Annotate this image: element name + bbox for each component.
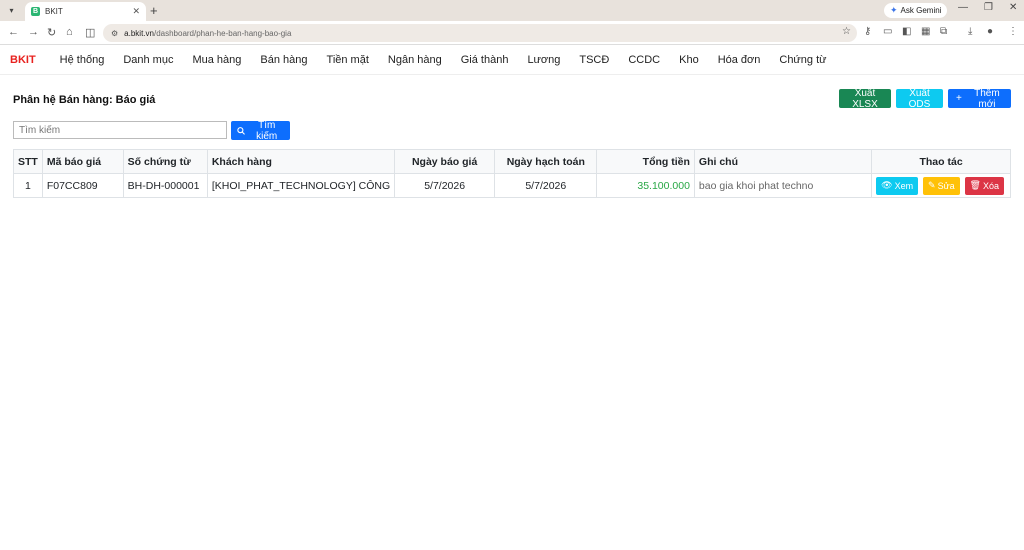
add-new-button[interactable]: + Thêm mới xyxy=(948,87,1011,110)
cell-doc-no: BH-DH-000001 xyxy=(122,173,208,198)
export-ods-button[interactable]: Xuất ODS xyxy=(896,88,943,110)
ask-gemini-label: Ask Gemini xyxy=(900,6,942,15)
menu-tscd[interactable]: TSCĐ xyxy=(579,54,609,66)
menu-tien-mat[interactable]: Tiền mặt xyxy=(327,54,369,66)
table-row: 1 F07CC809 BH-DH-000001 [KHOI_PHAT_TECHN… xyxy=(13,173,1011,198)
search-button-label: Tìm kiếm xyxy=(256,119,278,142)
menu-chung-tu[interactable]: Chứng từ xyxy=(779,54,826,66)
address-bar[interactable]: ⚙ a.bkit.vn/dashboard/phan-he-ban-hang-b… xyxy=(103,24,857,42)
url-path: /dashboard/phan-he-ban-hang-bao-gia xyxy=(153,28,292,38)
col-quote-date[interactable]: Ngày báo giá xyxy=(394,149,496,174)
tab-title: BKIT xyxy=(45,7,63,16)
export-xlsx-button[interactable]: Xuất XLSX xyxy=(839,88,891,110)
app-navbar: BKIT Hệ thống Danh mục Mua hàng Bán hàng… xyxy=(0,45,1024,75)
col-actions: Thao tác xyxy=(871,149,1011,174)
edit-button[interactable]: ✎ Sửa xyxy=(923,176,960,195)
delete-button[interactable]: 🗑 Xóa xyxy=(964,176,1004,195)
more-menu-icon[interactable]: ⋮ xyxy=(1008,26,1018,37)
col-note[interactable]: Ghi chú xyxy=(693,149,873,174)
browser-tabbar: ▾ B BKIT ✕ + ✦ Ask Gemini — ❐ ✕ xyxy=(0,0,1024,21)
restore-icon[interactable]: ❐ xyxy=(984,2,993,13)
menu-luong[interactable]: Lương xyxy=(527,54,560,66)
brand-logo[interactable]: BKIT xyxy=(10,54,36,66)
cell-note: bao gia khoi phat techno xyxy=(693,173,873,198)
search-input[interactable] xyxy=(13,121,227,139)
view-label: Xem xyxy=(894,180,914,191)
password-key-icon[interactable]: ⚷ xyxy=(864,26,871,37)
menu-gia-thanh[interactable]: Giá thành xyxy=(461,54,509,66)
menu-danh-muc[interactable]: Danh mục xyxy=(123,54,173,66)
bookmark-star-icon[interactable]: ☆ xyxy=(842,26,851,37)
col-posting-date[interactable]: Ngày hạch toán xyxy=(494,149,598,174)
col-total[interactable]: Tổng tiền xyxy=(596,149,695,174)
menu-he-thong[interactable]: Hệ thống xyxy=(60,54,105,66)
download-icon[interactable]: ⤓ xyxy=(968,26,972,37)
menu-hoa-don[interactable]: Hóa đơn xyxy=(718,54,761,66)
menu-kho[interactable]: Kho xyxy=(679,54,699,66)
cell-stt: 1 xyxy=(13,173,43,198)
plus-icon: + xyxy=(956,93,962,104)
view-button[interactable]: 👁 Xem xyxy=(876,176,919,195)
cell-code: F07CC809 xyxy=(41,173,124,198)
reload-icon[interactable]: ↻ xyxy=(47,26,56,39)
menu-ccdc[interactable]: CCDC xyxy=(628,54,660,66)
menu-ban-hang[interactable]: Bán hàng xyxy=(260,54,307,66)
tab-close-icon[interactable]: ✕ xyxy=(132,6,140,17)
home-icon[interactable]: ⌂ xyxy=(66,26,73,38)
sidebar-icon[interactable]: ◧ xyxy=(902,26,911,37)
menu-ngan-hang[interactable]: Ngân hàng xyxy=(388,54,442,66)
col-stt[interactable]: STT xyxy=(13,149,43,174)
search-button[interactable]: Tìm kiếm xyxy=(231,119,290,142)
card-icon[interactable]: ▭ xyxy=(883,26,892,37)
delete-label: Xóa xyxy=(982,180,999,191)
pencil-icon: ✎ xyxy=(928,180,936,190)
minimize-icon[interactable]: — xyxy=(958,2,968,13)
table-header-row: STT Mã báo giá Số chứng từ Khách hàng Ng… xyxy=(13,149,1011,174)
url-text: a.bkit.vn/dashboard/phan-he-ban-hang-bao… xyxy=(124,29,291,38)
puzzle-icon[interactable]: ⧉ xyxy=(940,26,947,37)
profile-avatar-icon[interactable]: ● xyxy=(987,26,993,37)
edit-label: Sửa xyxy=(937,180,955,191)
col-doc-no[interactable]: Số chứng từ xyxy=(122,149,208,174)
cell-total: 35.100.000 xyxy=(596,173,695,198)
cell-quote-date: 5/7/2026 xyxy=(394,173,496,198)
quotes-table: STT Mã báo giá Số chứng từ Khách hàng Ng… xyxy=(13,149,1011,198)
back-arrow-icon[interactable]: ← xyxy=(8,26,19,38)
add-new-label: Thêm mới xyxy=(974,87,1000,110)
favicon-icon: B xyxy=(31,7,40,16)
extension-icon[interactable]: ▦ xyxy=(921,26,930,37)
gemini-sparkle-icon: ✦ xyxy=(890,5,898,15)
trash-icon: 🗑 xyxy=(969,180,981,190)
ask-gemini-button[interactable]: ✦ Ask Gemini xyxy=(884,3,948,18)
site-info-icon[interactable]: ⚙ xyxy=(111,29,118,38)
tab-search-chevron-icon[interactable]: ▾ xyxy=(4,3,19,17)
window-close-icon[interactable]: ✕ xyxy=(1009,2,1017,13)
cell-actions: 👁 Xem ✎ Sửa 🗑 Xóa xyxy=(871,173,1011,198)
cell-posting-date: 5/7/2026 xyxy=(494,173,598,198)
search-icon xyxy=(237,126,245,135)
menu-mua-hang[interactable]: Mua hàng xyxy=(192,54,241,66)
page-title: Phân hệ Bán hàng: Báo giá xyxy=(13,94,156,106)
forward-arrow-icon[interactable]: → xyxy=(28,26,39,38)
reading-mode-icon[interactable]: ◫ xyxy=(85,26,95,39)
new-tab-plus-icon[interactable]: + xyxy=(150,3,158,18)
browser-tab[interactable]: B BKIT ✕ xyxy=(25,2,146,21)
eye-icon: 👁 xyxy=(881,180,893,190)
col-code[interactable]: Mã báo giá xyxy=(41,149,124,174)
url-domain: a.bkit.vn xyxy=(124,28,154,38)
browser-toolbar: ← → ↻ ⌂ ◫ ⚙ a.bkit.vn/dashboard/phan-he-… xyxy=(0,21,1024,45)
cell-customer: [KHOI_PHAT_TECHNOLOGY] CÔNG xyxy=(206,173,396,198)
col-customer[interactable]: Khách hàng xyxy=(206,149,396,174)
